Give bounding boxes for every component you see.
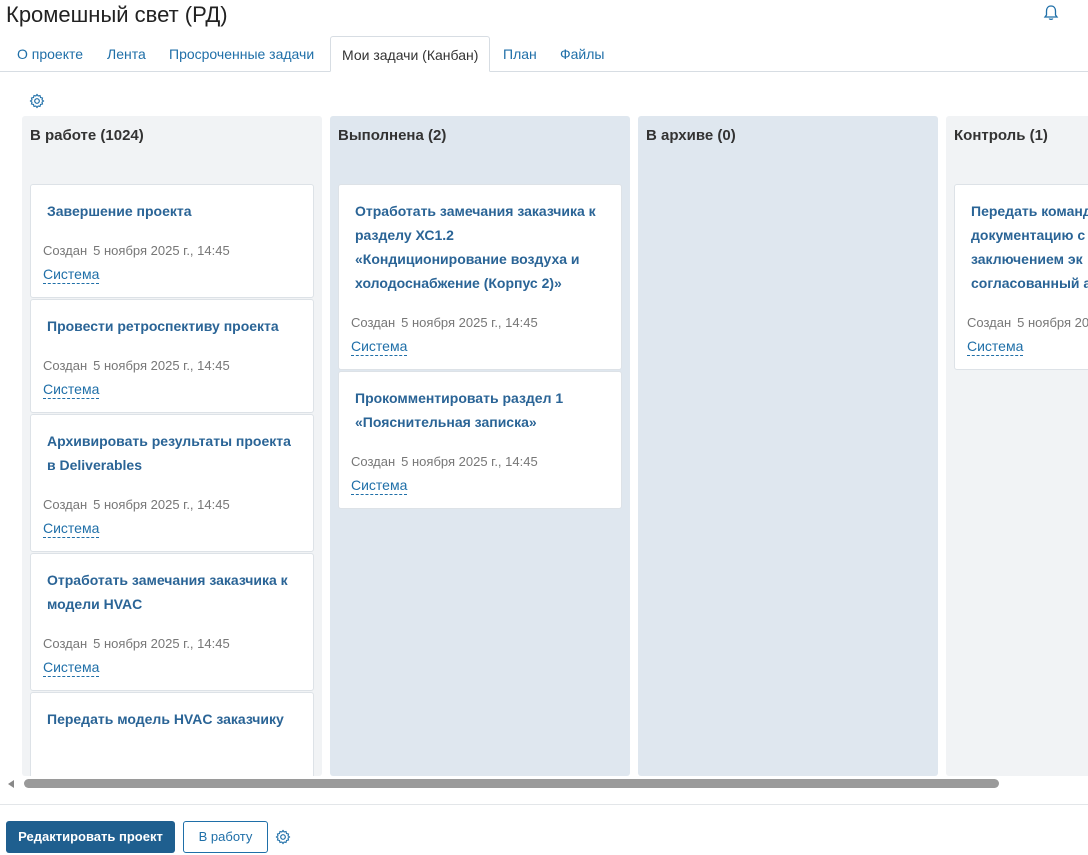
- card-created: Создан 5 ноября 2025 г., 14:45: [43, 636, 230, 651]
- task-card[interactable]: Передать модель HVAC заказчику: [30, 692, 314, 776]
- tab-my-tasks-kanban[interactable]: Мои задачи (Канбан): [330, 36, 491, 72]
- tab-feed[interactable]: Лента: [96, 36, 157, 72]
- task-card[interactable]: Отработать замечания заказчика к модели …: [30, 553, 314, 691]
- gear-icon[interactable]: [275, 829, 291, 845]
- task-card[interactable]: Отработать замечания заказчика к разделу…: [338, 184, 622, 370]
- tab-bar: О проекте Лента Просроченные задачи Мои …: [0, 36, 1088, 72]
- card-created: Создан 5 ноября 2025 г., 14:45: [43, 497, 230, 512]
- task-card[interactable]: Провести ретроспективу проекта Создан 5 н…: [30, 299, 314, 413]
- card-created: Создан 5 ноября 2025 г., 14:45: [43, 243, 230, 258]
- bell-icon[interactable]: [1042, 4, 1060, 22]
- card-author[interactable]: Система: [43, 380, 100, 399]
- card-author[interactable]: Система: [43, 658, 100, 677]
- page-header: Кромешный свет (РД): [0, 0, 1088, 36]
- card-title[interactable]: Архивировать результаты проекта в Delive…: [47, 429, 297, 477]
- card-author[interactable]: Система: [43, 265, 100, 284]
- tab-files[interactable]: Файлы: [549, 36, 615, 72]
- card-created: Создан 5 ноября 2025 г., 14:45: [351, 315, 538, 330]
- page-title: Кромешный свет (РД): [6, 2, 228, 27]
- column-title: В архиве (0): [646, 127, 736, 144]
- task-card[interactable]: Архивировать результаты проекта в Delive…: [30, 414, 314, 552]
- kanban-column: Контроль (1) Передать команд документаци…: [946, 116, 1088, 776]
- gear-icon[interactable]: [29, 93, 45, 109]
- card-title[interactable]: Отработать замечания заказчика к модели …: [47, 568, 297, 616]
- card-created: Создан 5 ноября 20: [967, 315, 1088, 330]
- card-title[interactable]: Прокомментировать раздел 1 «Пояснительна…: [355, 386, 605, 434]
- tab-about[interactable]: О проекте: [6, 36, 94, 72]
- to-work-button[interactable]: В работу: [183, 821, 268, 853]
- card-author[interactable]: Система: [351, 476, 408, 495]
- kanban-column: Выполнена (2) Отработать замечания заказ…: [330, 116, 630, 776]
- scroll-left-arrow-icon[interactable]: [8, 780, 14, 788]
- task-card[interactable]: Прокомментировать раздел 1 «Пояснительна…: [338, 371, 622, 509]
- card-title[interactable]: Завершение проекта: [47, 199, 297, 223]
- footer-toolbar: Редактировать проект В работу: [0, 804, 1088, 855]
- card-author[interactable]: Система: [43, 519, 100, 538]
- card-created: Создан 5 ноября 2025 г., 14:45: [351, 454, 538, 469]
- kanban-board: В работе (1024) Завершение проекта Созда…: [0, 116, 1088, 776]
- card-title[interactable]: Передать модель HVAC заказчику: [47, 707, 297, 731]
- card-title[interactable]: Провести ретроспективу проекта: [47, 314, 297, 338]
- column-title: В работе (1024): [30, 127, 144, 144]
- card-author[interactable]: Система: [967, 337, 1024, 356]
- card-author[interactable]: Система: [351, 337, 408, 356]
- task-card[interactable]: Передать команд документацию с заключени…: [954, 184, 1088, 370]
- tab-plan[interactable]: План: [492, 36, 548, 72]
- edit-project-button[interactable]: Редактировать проект: [6, 821, 175, 853]
- tab-overdue[interactable]: Просроченные задачи: [158, 36, 325, 72]
- column-title: Выполнена (2): [338, 127, 447, 144]
- task-card[interactable]: Завершение проекта Создан 5 ноября 2025 г…: [30, 184, 314, 298]
- kanban-column: В работе (1024) Завершение проекта Созда…: [22, 116, 322, 776]
- column-title: Контроль (1): [954, 127, 1048, 144]
- horizontal-scrollbar[interactable]: [8, 778, 1088, 790]
- card-title[interactable]: Отработать замечания заказчика к разделу…: [355, 199, 605, 295]
- scrollbar-thumb[interactable]: [24, 779, 999, 788]
- card-created: Создан 5 ноября 2025 г., 14:45: [43, 358, 230, 373]
- card-title[interactable]: Передать команд документацию с заключени…: [971, 199, 1088, 295]
- kanban-column: В архиве (0): [638, 116, 938, 776]
